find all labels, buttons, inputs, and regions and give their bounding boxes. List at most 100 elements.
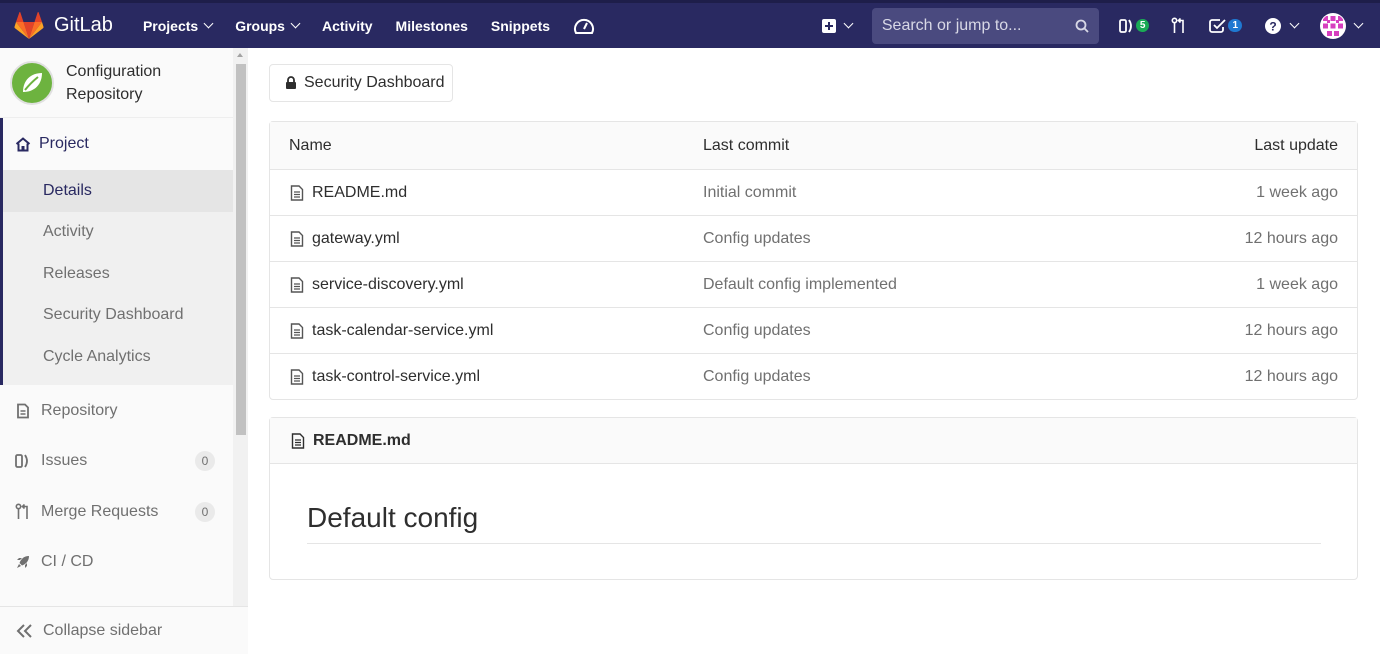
commit-message-link[interactable]: Config updates bbox=[703, 230, 811, 248]
column-header-last-commit: Last commit bbox=[703, 136, 790, 154]
nav-projects[interactable]: Projects bbox=[142, 17, 214, 34]
file-icon bbox=[291, 432, 305, 449]
table-row: gateway.yml Config updates 12 hours ago bbox=[270, 215, 1357, 261]
last-update-time: 12 hours ago bbox=[1244, 229, 1338, 247]
sidebar-subitem-releases[interactable]: Releases bbox=[3, 253, 233, 295]
sidebar-item-label: Project bbox=[39, 135, 89, 152]
spring-leaf-icon bbox=[23, 72, 42, 92]
sidebar-item-issues[interactable]: Issues 0 bbox=[0, 436, 233, 486]
last-update-time: 12 hours ago bbox=[1244, 321, 1338, 339]
readme-heading: Default config bbox=[307, 502, 1321, 544]
search-icon bbox=[1075, 19, 1089, 33]
last-update-time: 1 week ago bbox=[1256, 275, 1338, 293]
scroll-up-arrow-icon[interactable] bbox=[237, 53, 243, 57]
sidebar-subitem-label: Cycle Analytics bbox=[43, 347, 151, 365]
svg-text:?: ? bbox=[1269, 19, 1276, 33]
file-icon bbox=[290, 230, 304, 247]
nav-projects-label: Projects bbox=[142, 17, 199, 34]
gitlab-home-link[interactable]: GitLab bbox=[14, 3, 113, 48]
file-link[interactable]: task-calendar-service.yml bbox=[290, 322, 493, 340]
issues-nav-button[interactable]: 5 bbox=[1118, 18, 1150, 34]
lock-icon bbox=[285, 76, 297, 90]
file-name: task-calendar-service.yml bbox=[312, 321, 494, 339]
sidebar-item-project[interactable]: Project bbox=[3, 118, 233, 170]
project-avatar bbox=[10, 60, 54, 105]
sidebar-scrollbar[interactable] bbox=[233, 48, 248, 606]
readme-filename[interactable]: README.md bbox=[313, 432, 411, 450]
sidebar-item-label: Repository bbox=[41, 402, 118, 419]
file-link[interactable]: README.md bbox=[290, 184, 407, 202]
help-dropdown-button[interactable]: ? bbox=[1264, 17, 1300, 35]
file-name: gateway.yml bbox=[312, 229, 400, 247]
commit-message-link[interactable]: Initial commit bbox=[703, 184, 796, 202]
sidebar-subitem-details[interactable]: Details bbox=[3, 170, 233, 212]
file-link[interactable]: service-discovery.yml bbox=[290, 276, 464, 294]
readme-header: README.md bbox=[270, 418, 1357, 464]
todos-nav-button[interactable]: 1 bbox=[1209, 18, 1242, 34]
file-link[interactable]: gateway.yml bbox=[290, 230, 400, 248]
commit-message-link[interactable]: Config updates bbox=[703, 322, 811, 340]
security-dashboard-label: Security Dashboard bbox=[304, 74, 445, 91]
sidebar-subitem-label: Details bbox=[43, 181, 92, 199]
file-name: service-discovery.yml bbox=[312, 275, 464, 293]
sidebar-item-label: Merge Requests bbox=[41, 503, 159, 520]
scrollbar-thumb[interactable] bbox=[236, 64, 246, 435]
top-navbar: GitLab Projects Groups Activity Mileston… bbox=[0, 0, 1380, 48]
sidebar-item-label: Issues bbox=[41, 452, 88, 469]
home-icon bbox=[15, 136, 31, 152]
merge-requests-count-badge: 0 bbox=[195, 502, 215, 522]
double-chevron-left-icon bbox=[16, 623, 34, 638]
nav-snippets[interactable]: Snippets bbox=[491, 18, 550, 34]
merge-request-icon bbox=[15, 503, 31, 521]
rocket-icon bbox=[15, 554, 31, 570]
sidebar-subitem-security-dashboard[interactable]: Security Dashboard bbox=[3, 294, 233, 336]
chevron-down-icon bbox=[1353, 18, 1364, 29]
nav-milestones[interactable]: Milestones bbox=[396, 18, 468, 34]
sidebar-subitem-activity[interactable]: Activity bbox=[3, 211, 233, 253]
document-icon bbox=[15, 403, 31, 419]
sidebar-item-repository[interactable]: Repository bbox=[0, 386, 233, 436]
sidebar-subitem-label: Releases bbox=[43, 264, 110, 282]
merge-request-icon bbox=[1171, 16, 1187, 35]
sidebar-item-merge-requests[interactable]: Merge Requests 0 bbox=[0, 487, 233, 537]
project-header-link[interactable]: Configuration Repository bbox=[0, 48, 233, 118]
avatar bbox=[1320, 12, 1346, 39]
user-menu-button[interactable] bbox=[1320, 12, 1364, 39]
collapse-sidebar-button[interactable]: Collapse sidebar bbox=[0, 606, 248, 654]
search-input[interactable]: Search or jump to... bbox=[871, 7, 1099, 44]
gitlab-logo-icon bbox=[14, 11, 44, 40]
merge-requests-nav-button[interactable] bbox=[1171, 16, 1187, 35]
sidebar-item-cicd[interactable]: CI / CD bbox=[0, 537, 233, 587]
project-title: Configuration Repository bbox=[66, 62, 162, 103]
nav-snippets-label: Snippets bbox=[490, 17, 551, 34]
commit-message-link[interactable]: Config updates bbox=[703, 368, 811, 386]
issues-count-badge: 5 bbox=[1135, 19, 1150, 32]
chevron-down-icon bbox=[203, 18, 214, 29]
chevron-down-icon bbox=[1289, 18, 1300, 29]
chevron-down-icon bbox=[843, 18, 854, 29]
commit-message-link[interactable]: Default config implemented bbox=[703, 276, 897, 294]
plus-square-icon bbox=[821, 18, 836, 33]
sidebar-subitem-label: Activity bbox=[43, 223, 94, 241]
nav-activity-label: Activity bbox=[321, 17, 373, 34]
nav-milestones-label: Milestones bbox=[395, 17, 468, 34]
file-icon bbox=[290, 322, 304, 339]
issues-icon bbox=[1118, 18, 1135, 34]
dashboard-gauge-icon bbox=[573, 16, 595, 36]
security-dashboard-button[interactable]: Security Dashboard bbox=[269, 64, 453, 102]
project-section: Project Details Activity Releases Securi… bbox=[0, 118, 233, 385]
question-circle-icon: ? bbox=[1264, 17, 1282, 35]
sidebar-subitem-cycle-analytics[interactable]: Cycle Analytics bbox=[3, 336, 233, 378]
file-link[interactable]: task-control-service.yml bbox=[290, 368, 480, 386]
issues-icon bbox=[15, 453, 31, 469]
issues-count-badge: 0 bbox=[195, 451, 215, 471]
column-header-last-update: Last update bbox=[1254, 136, 1338, 154]
admin-area-button[interactable] bbox=[573, 16, 595, 36]
nav-groups[interactable]: Groups bbox=[235, 18, 301, 34]
collapse-sidebar-label: Collapse sidebar bbox=[43, 621, 163, 639]
table-header-row: Name Last commit Last update bbox=[270, 122, 1357, 169]
table-row: task-calendar-service.yml Config updates… bbox=[270, 307, 1357, 353]
new-dropdown-button[interactable] bbox=[821, 18, 854, 33]
last-update-time: 12 hours ago bbox=[1244, 367, 1338, 385]
nav-activity[interactable]: Activity bbox=[322, 18, 373, 34]
